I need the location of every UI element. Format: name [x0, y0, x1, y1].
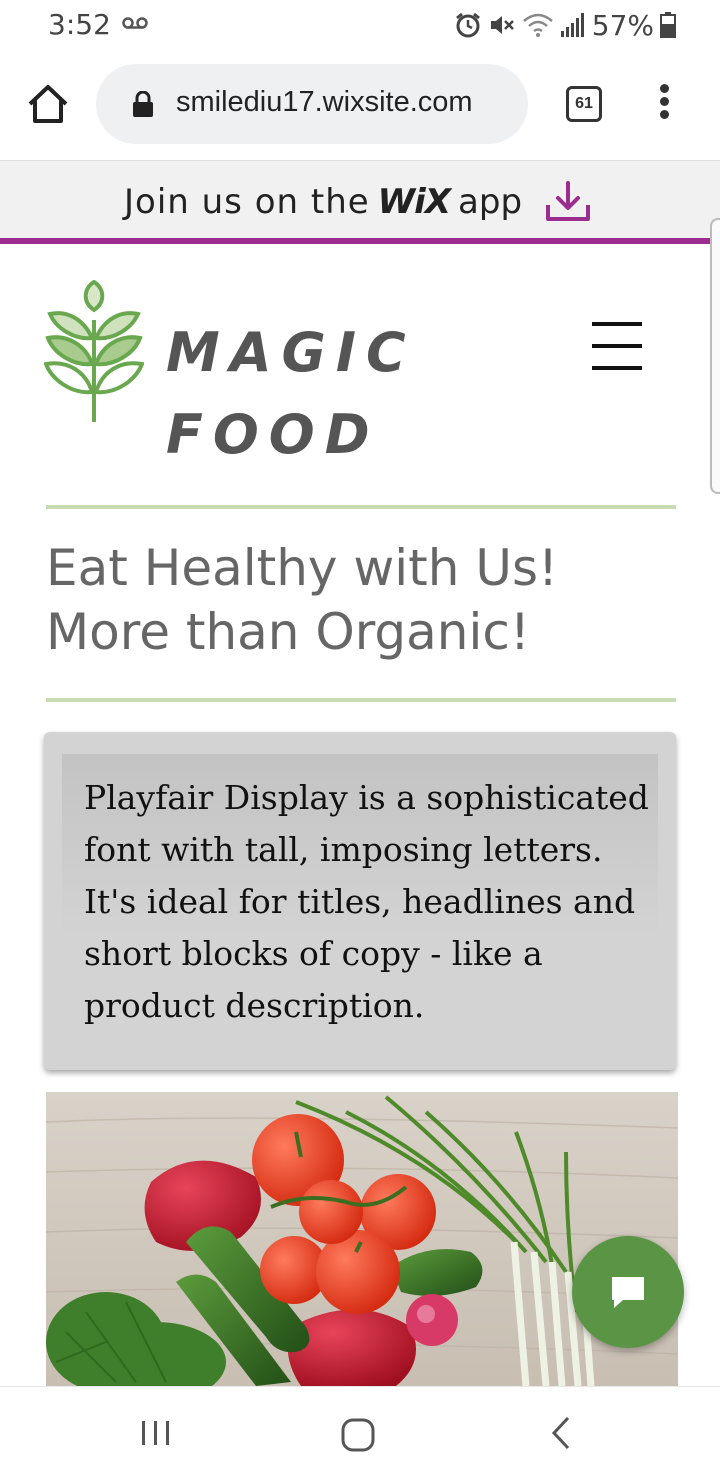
- lock-icon: [133, 91, 153, 117]
- vegetables-image: [46, 1092, 678, 1386]
- banner-divider: [0, 238, 720, 244]
- status-time: 3:52: [48, 8, 111, 41]
- headline-divider: [46, 698, 676, 702]
- wix-logo: WiX: [377, 182, 451, 222]
- recent-apps-icon[interactable]: [140, 1417, 172, 1449]
- url-text: smilediu17.wixsite.com: [176, 86, 473, 118]
- system-nav-bar: [0, 1386, 720, 1480]
- more-vert-icon[interactable]: [654, 84, 674, 124]
- header-divider: [46, 505, 676, 509]
- home-icon[interactable]: [26, 82, 70, 126]
- wix-app-banner[interactable]: Join us on the WiX app: [0, 160, 720, 242]
- battery-icon: [660, 12, 676, 38]
- logo-line-1: MAGIC: [166, 321, 416, 384]
- signal-icon: [560, 13, 584, 37]
- site-logo-text[interactable]: MAGIC FOOD: [166, 312, 416, 476]
- download-icon[interactable]: [544, 181, 592, 223]
- tabs-button[interactable]: 61: [566, 86, 602, 122]
- voicemail-icon: [122, 17, 148, 29]
- headline-line-2: More than Organic!: [46, 603, 530, 661]
- home-nav-icon[interactable]: [340, 1417, 376, 1453]
- page-headline: Eat Healthy with Us! More than Organic!: [46, 536, 558, 664]
- banner-suffix: app: [458, 182, 523, 222]
- hamburger-menu-icon[interactable]: [592, 322, 646, 372]
- mute-icon: [490, 16, 514, 34]
- logo-line-2: FOOD: [166, 403, 380, 466]
- back-icon[interactable]: [548, 1415, 572, 1451]
- leaf-logo-icon[interactable]: [44, 280, 144, 424]
- description-text: Playfair Display is a sophisticated font…: [84, 778, 649, 1025]
- wifi-icon: [522, 13, 553, 37]
- status-bar: 3:52 57%: [0, 0, 720, 52]
- status-icons: 57%: [454, 8, 676, 42]
- edge-panel-handle[interactable]: [710, 218, 720, 494]
- browser-toolbar: smilediu17.wixsite.com 61: [0, 52, 720, 160]
- headline-line-1: Eat Healthy with Us!: [46, 539, 559, 597]
- chat-bubble-icon: [612, 1277, 644, 1308]
- chat-button[interactable]: [572, 1236, 684, 1348]
- battery-percent: 57%: [591, 8, 654, 42]
- address-bar[interactable]: smilediu17.wixsite.com: [96, 64, 528, 144]
- banner-prefix: Join us on the: [124, 182, 370, 222]
- alarm-icon: [455, 12, 480, 38]
